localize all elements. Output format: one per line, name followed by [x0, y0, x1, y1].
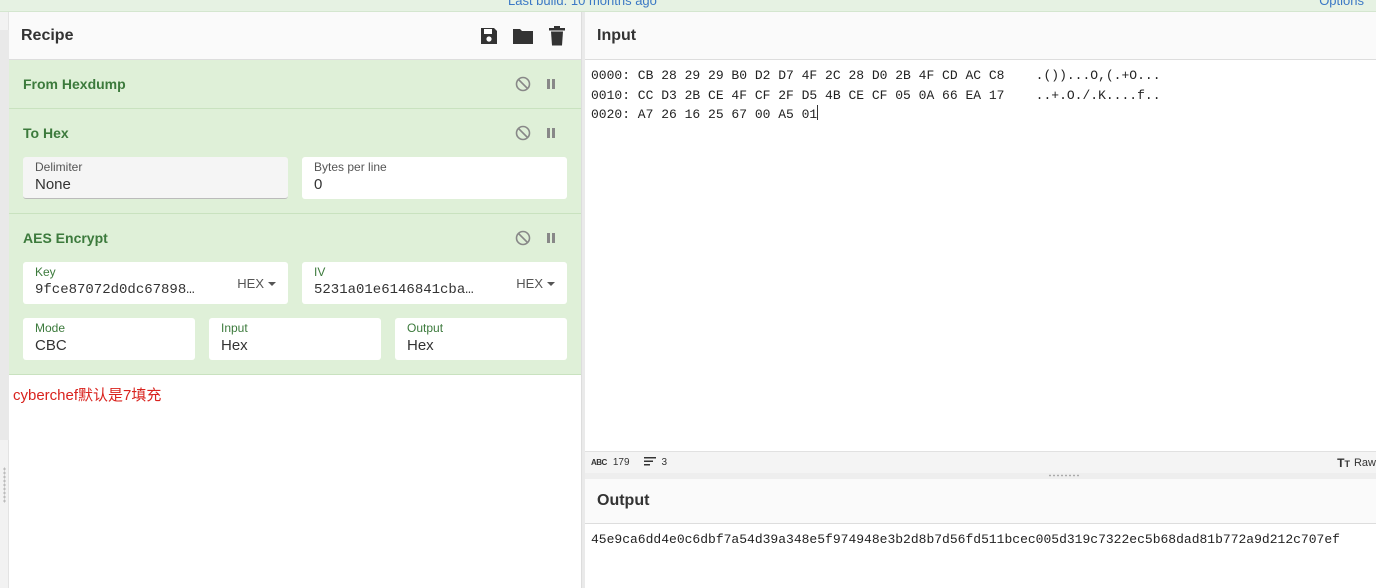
mode-value: CBC: [35, 337, 67, 354]
pause-icon[interactable]: [543, 76, 559, 92]
op-aes-encrypt[interactable]: AES Encrypt Key 9fce87072d0dc67898… HEX: [9, 214, 581, 375]
output-pane: Output 45e9ca6dd4e0c6dbf7a54d39a348e5f97…: [585, 479, 1376, 588]
input-pane: Input 0000: CB 28 29 29 B0 D2 D7 4F 2C 2…: [585, 12, 1376, 454]
output-header: Output: [585, 479, 1376, 524]
output-format-field[interactable]: Output Hex: [395, 318, 567, 360]
input-status-bar: ABC 179 3 TT Raw: [585, 451, 1376, 473]
output-format-value: Hex: [407, 337, 434, 354]
recipe-pane: Recipe From Hexdump To Hex Delimiter Non…: [9, 12, 581, 588]
resize-handle[interactable]: [1048, 474, 1080, 477]
left-gutter: [0, 12, 9, 588]
input-line: 0010: CC D3 2B CE 4F CF 2F D5 4B CE CF 0…: [591, 87, 1161, 103]
input-format-label: Input: [221, 321, 248, 335]
output-text[interactable]: 45e9ca6dd4e0c6dbf7a54d39a348e5f974948e3b…: [585, 524, 1376, 556]
abc-icon: ABC: [591, 458, 607, 467]
gutter-strip: [0, 30, 9, 440]
save-icon[interactable]: [477, 24, 501, 48]
op-title: AES Encrypt: [23, 230, 108, 246]
key-value: 9fce87072d0dc67898…: [35, 282, 195, 298]
op-title: From Hexdump: [23, 76, 126, 92]
annotation-note: cyberchef默认是7填充: [13, 387, 162, 404]
input-header: Input: [585, 12, 1376, 60]
bytes-per-line-field[interactable]: Bytes per line 0: [302, 157, 567, 199]
output-format-label: Output: [407, 321, 444, 335]
line-count: 3: [661, 457, 668, 468]
mode-field[interactable]: Mode CBC: [23, 318, 195, 360]
mode-label: Mode: [35, 321, 66, 335]
delimiter-value: None: [35, 176, 71, 193]
input-title: Input: [597, 26, 637, 44]
options-link[interactable]: Options: [1319, 0, 1364, 8]
input-textarea[interactable]: 0000: CB 28 29 29 B0 D2 D7 4F 2C 28 D0 2…: [585, 60, 1376, 131]
key-format-label: HEX: [237, 276, 264, 291]
bytes-per-line-value: 0: [314, 176, 323, 193]
raw-toggle[interactable]: TT Raw: [1337, 456, 1376, 470]
output-title: Output: [597, 492, 650, 509]
recipe-title: Recipe: [21, 26, 74, 44]
disable-icon[interactable]: [515, 76, 531, 92]
iv-field[interactable]: IV 5231a01e6146841cba… HEX: [302, 262, 567, 304]
trash-icon[interactable]: [545, 24, 569, 48]
key-field[interactable]: Key 9fce87072d0dc67898… HEX: [23, 262, 288, 304]
op-to-hex[interactable]: To Hex Delimiter None Bytes per line 0: [9, 109, 581, 214]
recipe-header: Recipe: [9, 12, 581, 60]
input-line: 0020: A7 26 16 25 67 00 A5 01: [591, 105, 1370, 125]
input-format-value: Hex: [221, 337, 248, 354]
pause-icon[interactable]: [543, 230, 559, 246]
resize-handle[interactable]: [3, 467, 6, 503]
text-cursor: [817, 105, 819, 120]
chevron-down-icon: [268, 281, 276, 286]
disable-icon[interactable]: [515, 230, 531, 246]
delimiter-label: Delimiter: [35, 160, 83, 174]
pause-icon[interactable]: [543, 125, 559, 141]
op-from-hexdump[interactable]: From Hexdump: [9, 60, 581, 109]
last-build-text: Last build: 10 months ago: [508, 0, 657, 8]
chevron-down-icon: [547, 281, 555, 286]
iv-format-dropdown[interactable]: HEX: [516, 276, 555, 291]
op-title: To Hex: [23, 125, 69, 141]
iv-value: 5231a01e6146841cba…: [314, 282, 474, 298]
bytes-per-line-label: Bytes per line: [314, 160, 387, 174]
char-count: 179: [612, 457, 630, 468]
disable-icon[interactable]: [515, 125, 531, 141]
raw-label: Raw: [1353, 457, 1376, 469]
input-format-field[interactable]: Input Hex: [209, 318, 381, 360]
iv-format-label: HEX: [516, 276, 543, 291]
key-format-dropdown[interactable]: HEX: [237, 276, 276, 291]
input-line: 0000: CB 28 29 29 B0 D2 D7 4F 2C 28 D0 2…: [591, 68, 1161, 83]
text-size-icon: TT: [1337, 456, 1350, 470]
folder-icon[interactable]: [511, 24, 535, 48]
delimiter-field[interactable]: Delimiter None: [23, 157, 288, 199]
top-banner: Last build: 10 months ago Options: [0, 0, 1376, 12]
input-line-text: 0020: A7 26 16 25 67 00 A5 01: [591, 107, 818, 122]
lines-icon: [643, 456, 656, 469]
